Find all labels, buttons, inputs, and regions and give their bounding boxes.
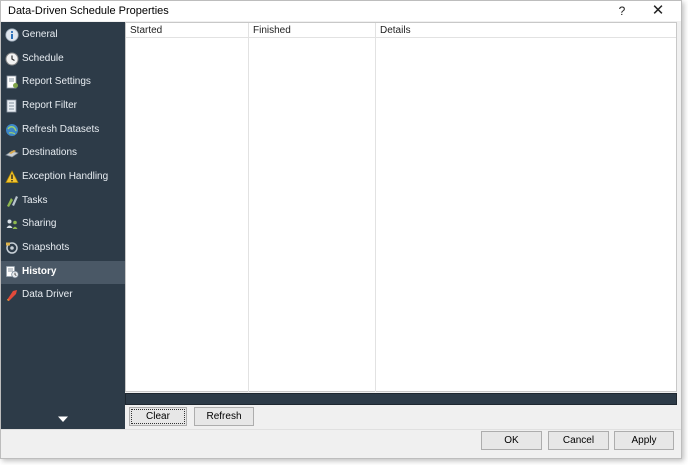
apply-button[interactable]: Apply: [614, 431, 674, 450]
sidebar-item-label: Destinations: [22, 147, 78, 158]
help-button[interactable]: ?: [613, 2, 631, 20]
sidebar-item-general[interactable]: General: [1, 24, 125, 47]
snapshots-icon: [6, 242, 18, 254]
close-button[interactable]: ✕: [647, 2, 669, 20]
sidebar-item-label: Data Driver: [22, 289, 73, 300]
sidebar-item-tasks[interactable]: Tasks: [1, 190, 125, 213]
warning-icon: [5, 170, 19, 183]
column-header-started[interactable]: Started: [126, 23, 248, 38]
sidebar-item-label: Snapshots: [22, 242, 70, 253]
sidebar-item-report-filter[interactable]: Report Filter: [1, 95, 125, 118]
data-driver-icon: [7, 290, 17, 301]
sidebar-item-label: Report Settings: [22, 76, 91, 87]
info-icon: [5, 28, 19, 42]
sidebar-item-label: General: [22, 29, 58, 40]
sidebar-item-report-settings[interactable]: Report Settings: [1, 71, 125, 94]
window-title: Data-Driven Schedule Properties: [8, 5, 169, 17]
sidebar-item-label: Refresh Datasets: [22, 124, 100, 135]
clock-icon: [5, 52, 19, 66]
properties-dialog: Data-Driven Schedule Properties ? ✕ Gene…: [0, 0, 682, 459]
title-bar: Data-Driven Schedule Properties ? ✕: [1, 1, 681, 21]
sidebar-item-history[interactable]: History: [1, 261, 125, 284]
cancel-button[interactable]: Cancel: [548, 431, 609, 450]
sidebar-item-destinations[interactable]: Destinations: [1, 142, 125, 165]
sidebar-item-exception-handling[interactable]: Exception Handling: [1, 166, 125, 189]
destinations-icon: [5, 150, 19, 158]
footer-divider: [1, 429, 681, 430]
clear-button[interactable]: Clear: [129, 407, 187, 426]
horizontal-scrollbar[interactable]: [125, 393, 677, 405]
sidebar-item-label: Report Filter: [22, 100, 78, 111]
sidebar-item-sharing[interactable]: Sharing: [1, 213, 125, 236]
sidebar-item-refresh-datasets[interactable]: Refresh Datasets: [1, 119, 125, 142]
sidebar-item-label: History: [22, 266, 57, 277]
report-settings-icon: [6, 75, 18, 89]
sidebar-item-label: Tasks: [22, 195, 48, 206]
ok-button[interactable]: OK: [481, 431, 542, 450]
sidebar-nav: General Schedule Report Settings Report …: [1, 22, 125, 429]
collapse-down-arrow-icon[interactable]: [57, 415, 69, 423]
refresh-globe-icon: [6, 124, 18, 136]
sidebar-item-label: Schedule: [22, 53, 64, 64]
column-header-finished[interactable]: Finished: [249, 23, 375, 38]
sidebar-item-label: Sharing: [22, 218, 57, 229]
tasks-icon: [7, 196, 18, 207]
history-icon: [6, 266, 19, 279]
history-table: Started Finished Details: [125, 22, 677, 392]
column-divider: [375, 23, 376, 392]
column-header-details[interactable]: Details: [376, 23, 676, 38]
sidebar-item-label: Exception Handling: [22, 171, 109, 182]
sidebar-item-schedule[interactable]: Schedule: [1, 48, 125, 71]
sidebar-item-data-driver[interactable]: Data Driver: [1, 284, 125, 307]
refresh-button[interactable]: Refresh: [194, 407, 254, 426]
sidebar-item-snapshots[interactable]: Snapshots: [1, 237, 125, 260]
column-divider: [248, 23, 249, 392]
sharing-icon: [6, 219, 18, 229]
report-filter-icon: [6, 99, 17, 113]
